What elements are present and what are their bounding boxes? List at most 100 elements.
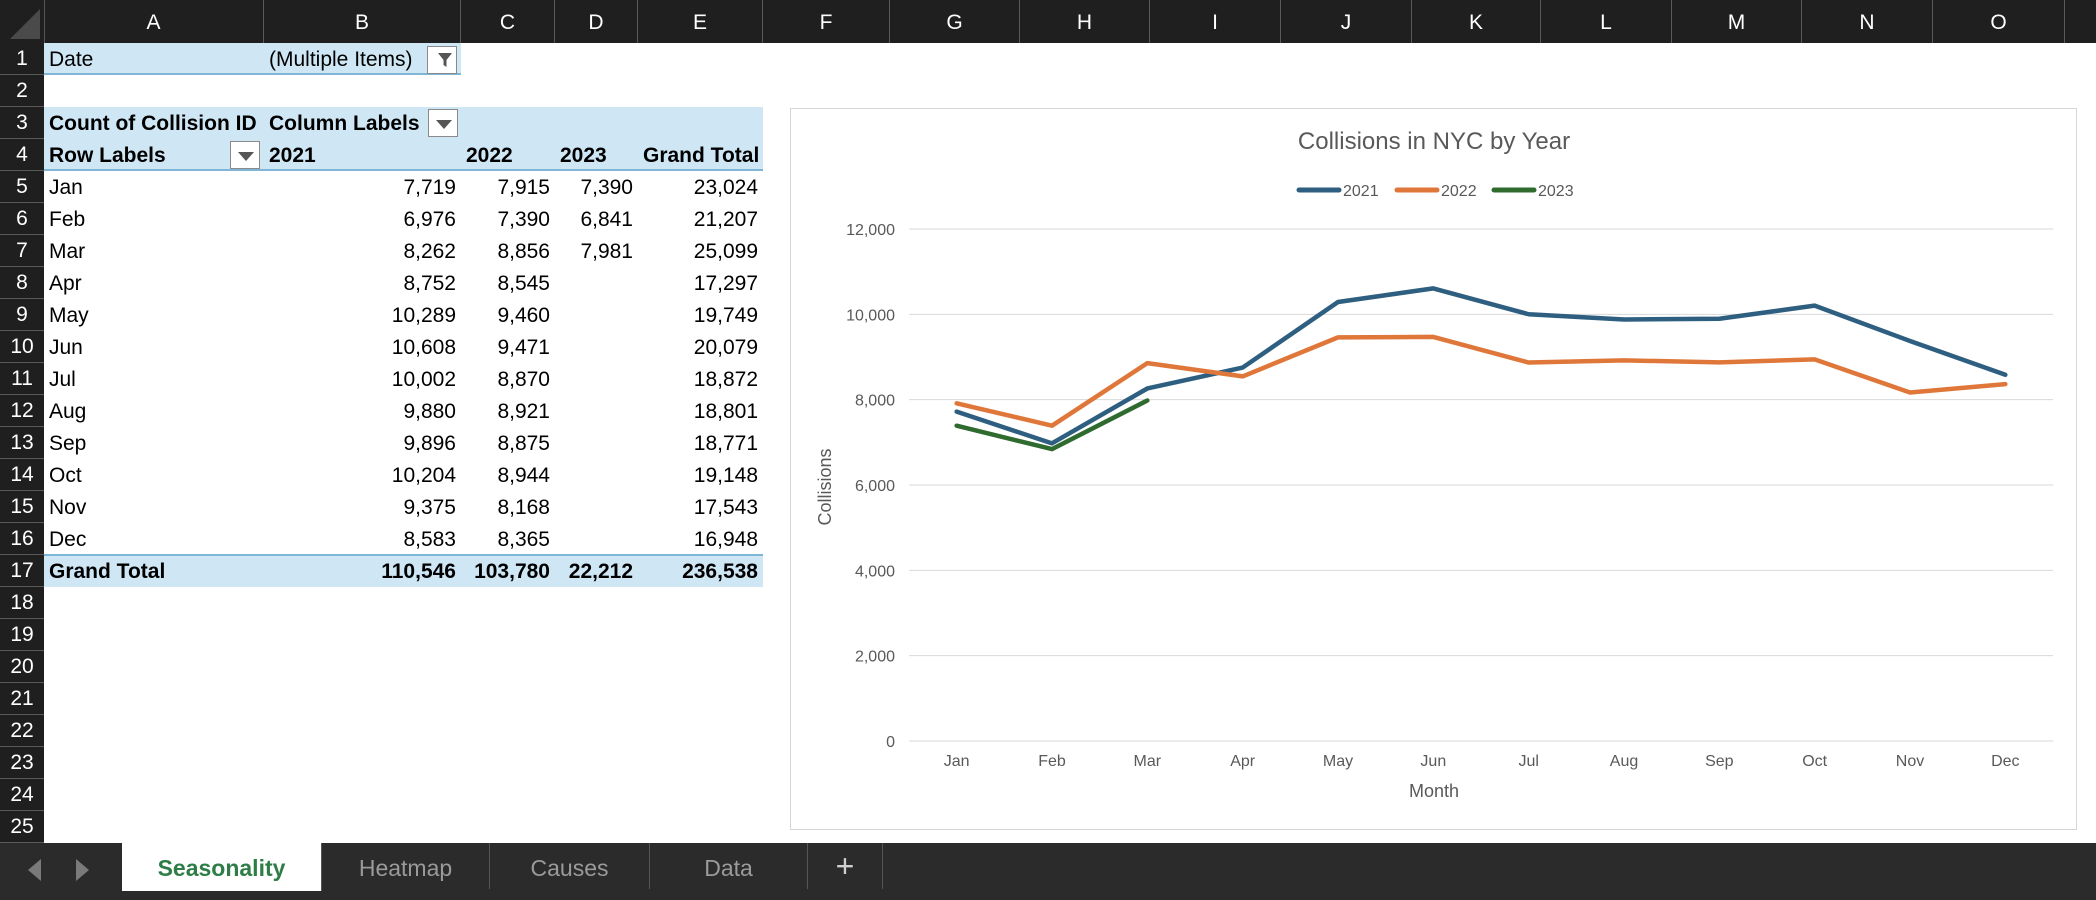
month-label: Jul bbox=[49, 368, 76, 391]
sheet-tab-heatmap[interactable]: Heatmap bbox=[322, 843, 490, 889]
filter-label: Date bbox=[49, 48, 94, 71]
grand-total-2021: 110,546 bbox=[381, 560, 456, 583]
y-axis-label: Collisions bbox=[815, 448, 835, 525]
column-header-h[interactable]: H bbox=[1020, 0, 1150, 43]
value-total: 16,948 bbox=[693, 528, 758, 551]
x-tick-label: Mar bbox=[1134, 753, 1162, 770]
column-header-c[interactable]: C bbox=[461, 0, 555, 43]
chart-title: Collisions in NYC by Year bbox=[1298, 128, 1570, 155]
value-2022: 8,545 bbox=[497, 272, 550, 295]
row-header-25[interactable]: 25 bbox=[0, 811, 44, 843]
row-header-22[interactable]: 22 bbox=[0, 715, 44, 747]
column-header-bar: ABCDEFGHIJKLMNO bbox=[0, 0, 2096, 43]
value-2023 bbox=[555, 363, 638, 395]
row-header-1[interactable]: 1 bbox=[0, 43, 44, 75]
x-tick-label: Jun bbox=[1420, 753, 1446, 770]
value-total: 18,771 bbox=[693, 432, 758, 455]
row-header-19[interactable]: 19 bbox=[0, 619, 44, 651]
column-header-l[interactable]: L bbox=[1541, 0, 1672, 43]
row-header-9[interactable]: 9 bbox=[0, 299, 44, 331]
x-tick-label: Nov bbox=[1896, 753, 1924, 770]
y-tick-label: 12,000 bbox=[846, 222, 895, 239]
column-labels-dropdown-button[interactable] bbox=[428, 109, 458, 137]
row-header-18[interactable]: 18 bbox=[0, 587, 44, 619]
row-header-16[interactable]: 16 bbox=[0, 523, 44, 555]
value-2023 bbox=[555, 299, 638, 331]
value-2023: 6,841 bbox=[580, 208, 633, 231]
row-header-13[interactable]: 13 bbox=[0, 427, 44, 459]
row-header-8[interactable]: 8 bbox=[0, 267, 44, 299]
value-2022: 8,921 bbox=[497, 400, 550, 423]
filter-value[interactable]: (Multiple Items) bbox=[264, 43, 429, 75]
row-header-10[interactable]: 10 bbox=[0, 331, 44, 363]
legend-label-2021: 2021 bbox=[1343, 183, 1379, 200]
value-2022: 8,856 bbox=[497, 240, 550, 263]
column-header-f[interactable]: F bbox=[763, 0, 890, 43]
column-labels-header: Column Labels bbox=[269, 112, 420, 135]
month-label: Apr bbox=[49, 272, 82, 295]
value-2023: 7,390 bbox=[580, 176, 633, 199]
grand-total-label: Grand Total bbox=[49, 560, 166, 583]
column-header-g[interactable]: G bbox=[890, 0, 1020, 43]
series-line-2021 bbox=[954, 286, 2008, 446]
sheet-tab-causes[interactable]: Causes bbox=[490, 843, 650, 889]
filter-funnel-button[interactable] bbox=[427, 46, 457, 74]
value-2022: 7,390 bbox=[497, 208, 550, 231]
row-header-7[interactable]: 7 bbox=[0, 235, 44, 267]
legend-label-2023: 2023 bbox=[1538, 183, 1574, 200]
sheet-tab-data[interactable]: Data bbox=[650, 843, 808, 889]
row-header-14[interactable]: 14 bbox=[0, 459, 44, 491]
scroll-right-icon[interactable] bbox=[76, 859, 89, 881]
sheet-tab-seasonality[interactable]: Seasonality bbox=[122, 843, 322, 891]
value-2021: 9,896 bbox=[403, 432, 456, 455]
grand-total-header: Grand Total bbox=[643, 144, 760, 167]
value-total: 20,079 bbox=[693, 336, 758, 359]
column-header-i[interactable]: I bbox=[1150, 0, 1281, 43]
column-header-d[interactable]: D bbox=[555, 0, 638, 43]
value-2022: 8,875 bbox=[497, 432, 550, 455]
grand-total-2023: 22,212 bbox=[568, 560, 633, 583]
add-sheet-button[interactable]: + bbox=[808, 843, 883, 889]
row-header-17[interactable]: 17 bbox=[0, 555, 44, 587]
value-2021: 9,375 bbox=[403, 496, 456, 519]
row-header-5[interactable]: 5 bbox=[0, 171, 44, 203]
scroll-left-icon[interactable] bbox=[28, 859, 41, 881]
funnel-icon bbox=[438, 53, 452, 67]
row-header-11[interactable]: 11 bbox=[0, 363, 44, 395]
row-header-4[interactable]: 4 bbox=[0, 139, 44, 171]
row-header-2[interactable]: 2 bbox=[0, 75, 44, 107]
column-header-e[interactable]: E bbox=[638, 0, 763, 43]
y-tick-label: 10,000 bbox=[846, 307, 895, 324]
column-header-o[interactable]: O bbox=[1933, 0, 2065, 43]
row-labels-dropdown-button[interactable] bbox=[230, 141, 260, 169]
year-header-2023: 2023 bbox=[560, 144, 607, 167]
row-header-20[interactable]: 20 bbox=[0, 651, 44, 683]
y-tick-label: 4,000 bbox=[855, 563, 895, 580]
column-header-k[interactable]: K bbox=[1412, 0, 1541, 43]
year-header-2021: 2021 bbox=[269, 144, 316, 167]
value-total: 25,099 bbox=[693, 240, 758, 263]
month-label: Feb bbox=[49, 208, 86, 231]
row-header-24[interactable]: 24 bbox=[0, 779, 44, 811]
value-2021: 9,880 bbox=[403, 400, 456, 423]
chevron-down-icon bbox=[436, 120, 452, 129]
row-header-21[interactable]: 21 bbox=[0, 683, 44, 715]
select-all-corner[interactable] bbox=[0, 0, 45, 43]
row-header-12[interactable]: 12 bbox=[0, 395, 44, 427]
column-header-j[interactable]: J bbox=[1281, 0, 1412, 43]
column-header-n[interactable]: N bbox=[1802, 0, 1933, 43]
value-2021: 10,204 bbox=[391, 464, 456, 487]
line-chart[interactable]: 0 2,000 4,000 6,000 8,000 10,000 12,000 Jan Feb M… bbox=[790, 108, 2077, 830]
column-header-a[interactable]: A bbox=[44, 0, 264, 43]
column-header-b[interactable]: B bbox=[264, 0, 461, 43]
row-header-15[interactable]: 15 bbox=[0, 491, 44, 523]
column-header-m[interactable]: M bbox=[1672, 0, 1802, 43]
value-total: 17,543 bbox=[693, 496, 758, 519]
y-tick-label: 8,000 bbox=[855, 393, 895, 410]
row-header-3[interactable]: 3 bbox=[0, 107, 44, 139]
x-tick-label: May bbox=[1323, 753, 1353, 770]
y-tick-label: 6,000 bbox=[855, 478, 895, 495]
row-header-23[interactable]: 23 bbox=[0, 747, 44, 779]
y-tick-label: 0 bbox=[886, 734, 895, 751]
row-header-6[interactable]: 6 bbox=[0, 203, 44, 235]
